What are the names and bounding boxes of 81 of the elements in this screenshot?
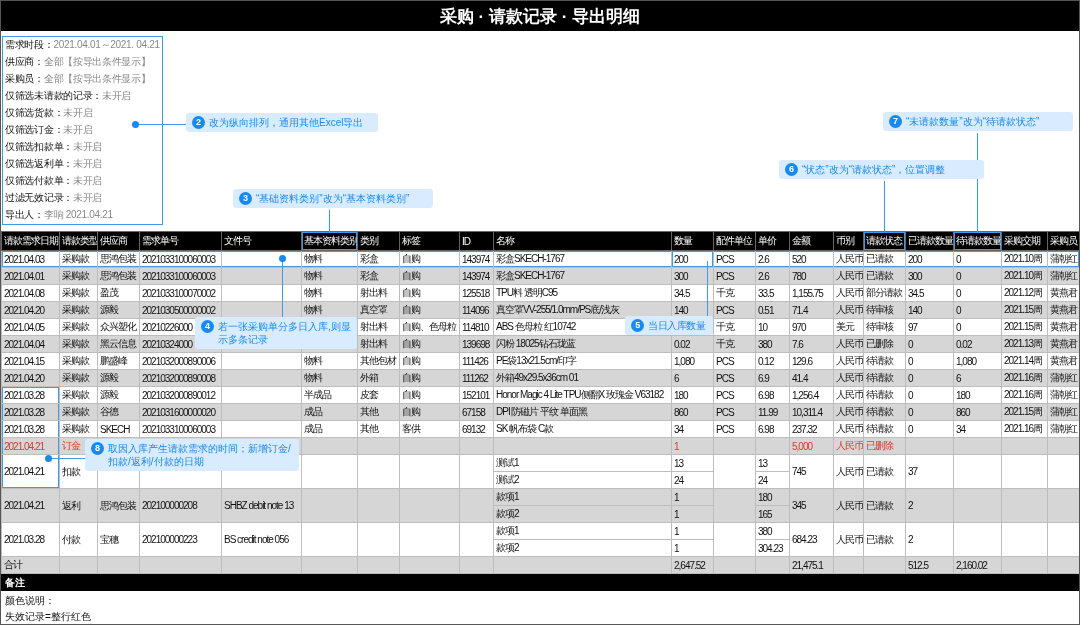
step-number: 4 — [201, 320, 214, 333]
filter-label: 仅筛选订金： — [5, 123, 64, 137]
filter-value: 未开启 — [72, 174, 102, 188]
filter-value: 未开启 — [63, 106, 93, 120]
column-header: 采购交期 — [1001, 231, 1048, 251]
column-header: 币别 — [833, 231, 864, 251]
column-header: 文件号 — [221, 231, 302, 251]
filter-label: 需求时段： — [5, 38, 54, 52]
filter-label: 仅筛选货款： — [5, 106, 64, 120]
step-number: 5 — [631, 319, 644, 332]
filter-label: 仅筛选未请款的记录： — [5, 89, 102, 103]
filter-value: 2021.04.01～2021. 04.21 — [53, 38, 160, 52]
table-cell: BS credit note 056 — [221, 522, 302, 557]
leader-line — [51, 458, 85, 459]
filter-label: 导出人： — [5, 208, 44, 222]
column-header: 请款状态 — [863, 231, 906, 251]
column-header: 请款需求日期 — [1, 231, 60, 251]
leader-line — [329, 210, 330, 232]
step-number: 8 — [91, 442, 104, 455]
annotation-text: 改为纵向排列，通用其他Excel导出 — [209, 116, 364, 129]
filter-value: 未开启 — [63, 123, 93, 137]
table-cell: 已请款 — [863, 488, 906, 523]
filter-value: 未开启 — [72, 157, 102, 171]
filter-label: 过滤无效记录： — [5, 191, 73, 205]
column-header: 类别 — [357, 231, 400, 251]
table-cell: 思鸿包装 — [97, 488, 140, 523]
leader-dot — [279, 255, 286, 262]
table-cell: 2021.04.21 — [1, 454, 60, 489]
table-cell: 345 — [789, 488, 834, 523]
leader-line — [884, 181, 885, 232]
step-number: 7 — [889, 115, 902, 128]
step-number: 3 — [239, 192, 252, 205]
table-cell: 2 — [905, 488, 954, 523]
filter-value: 李响 2021.04.21 — [43, 208, 113, 222]
step-number: 2 — [192, 116, 205, 129]
filter-label: 供应商： — [5, 55, 44, 69]
column-header: 数量 — [671, 231, 714, 251]
table-cell: 2 — [905, 522, 954, 557]
annotation-text: 取因入库产生请款需求的时间；新增订金/扣款/返利/付款的日期 — [108, 442, 292, 468]
column-header: 金额 — [789, 231, 834, 251]
annotation-text: “基础资料类别”改为“基本资料类别” — [256, 192, 410, 205]
step-number: 6 — [785, 163, 798, 176]
note-text: 失效记录=整行红色 — [4, 610, 92, 623]
column-header: 标签 — [399, 231, 460, 251]
column-header: 采购员 — [1047, 231, 1079, 251]
column-header: 已请款数量 — [905, 231, 954, 251]
table-cell: 684.23 — [789, 522, 834, 557]
column-header: 单价 — [755, 231, 790, 251]
table-cell: 745 — [789, 454, 834, 489]
annotation-text: “未请款数量”改为“待请款状态” — [906, 115, 1040, 128]
filter-value: 未开启 — [72, 191, 102, 205]
notes-title: 备注 — [1, 574, 1079, 591]
table-cell: 2021.04.21 — [1, 488, 60, 523]
filter-value: 未开启 — [102, 89, 132, 103]
column-header: 名称 — [493, 231, 672, 251]
note-text: 颜色说明： — [4, 594, 56, 607]
page-title: 采购 · 请款记录 · 导出明细 — [1, 1, 1079, 31]
filter-value: 全部【按导出条件显示】 — [43, 72, 151, 86]
column-header: 供应商 — [97, 231, 140, 251]
filter-label: 仅筛选付款单： — [5, 174, 73, 188]
leader-dot — [132, 121, 139, 128]
leader-line — [707, 261, 708, 316]
table-cell: 202100000208 — [139, 488, 222, 523]
table-cell: 2021.03.28 — [1, 522, 60, 557]
table-cell: 202100000223 — [139, 522, 222, 557]
filter-value: 未开启 — [72, 140, 102, 154]
table-cell: 已请款 — [863, 522, 906, 557]
annotation-text: “状态”改为“请款状态”，位置调整 — [802, 163, 946, 176]
filter-label: 仅筛选扣款单： — [5, 140, 73, 154]
filter-label: 仅筛选返利单： — [5, 157, 73, 171]
table-cell: 已请款 — [863, 454, 906, 489]
leader-line — [282, 261, 283, 317]
table-cell: 宝穗 — [97, 522, 140, 557]
leader-dot — [45, 455, 52, 462]
column-header: ID — [459, 231, 494, 251]
table-cell: SHBZ debit note 13 — [221, 488, 302, 523]
column-header: 需求单号 — [139, 231, 222, 251]
filter-label: 采购员： — [5, 72, 44, 86]
column-header: 配件单位 — [713, 231, 756, 251]
table-cell: 37 — [905, 454, 954, 489]
filter-value: 全部【按导出条件显示】 — [43, 55, 151, 69]
